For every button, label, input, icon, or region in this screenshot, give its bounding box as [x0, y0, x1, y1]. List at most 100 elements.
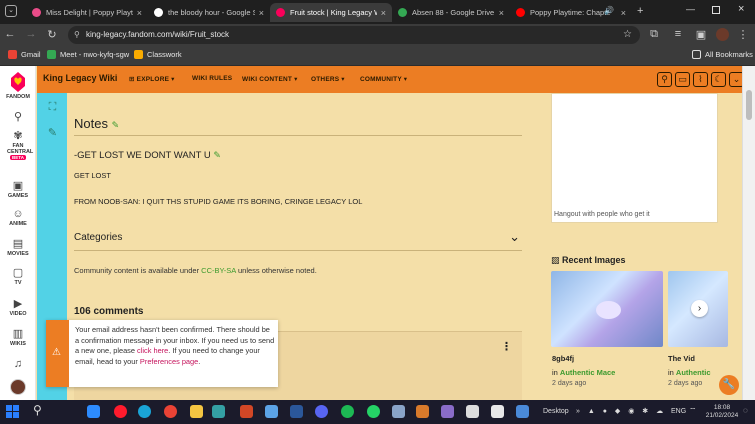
nav-explore[interactable]: ⊞ EXPLORE ▾ — [129, 75, 175, 83]
nav-wiki-content[interactable]: WIKI CONTENT ▾ — [242, 75, 298, 83]
rail-wikis[interactable]: ▥ WIKIS — [0, 328, 36, 347]
new-tab-button[interactable]: + — [637, 5, 643, 17]
reading-list-icon[interactable]: ≡ — [671, 28, 685, 40]
rail-tv[interactable]: ▢ TV — [0, 267, 36, 286]
file-explorer-icon[interactable] — [190, 405, 203, 418]
app-icon[interactable] — [516, 405, 529, 418]
tab-miss-delight[interactable]: Miss Delight | Poppy Playtim × — [26, 3, 148, 22]
all-bookmarks[interactable]: All Bookmarks — [692, 50, 753, 59]
edit-section-icon[interactable]: ✎ — [112, 120, 120, 130]
opera-icon[interactable] — [114, 405, 127, 418]
poppy-favicon-icon — [32, 8, 41, 17]
maximize-button[interactable] — [712, 6, 720, 14]
global-tools-button[interactable]: 🔧 — [719, 375, 739, 395]
back-arrow-icon[interactable]: ← — [3, 28, 17, 40]
nav-others[interactable]: OTHERS ▾ — [311, 75, 345, 83]
bookmark-gmail[interactable]: Gmail — [8, 50, 41, 59]
close-icon[interactable]: × — [377, 8, 386, 18]
app-icon[interactable] — [441, 405, 454, 418]
tab-google-drive[interactable]: Absen 88 - Google Drive × — [392, 3, 510, 22]
image-page-link[interactable]: Authentic — [676, 368, 711, 377]
expand-icon[interactable]: ⛶ — [46, 101, 59, 114]
search-icon[interactable]: ⚲ — [33, 403, 42, 417]
minimize-button[interactable]: — — [686, 4, 695, 14]
network-volume-icon[interactable]: ⌔ — [689, 406, 697, 416]
bookmark-meet[interactable]: Meet - nwo-kyfq-sgw — [47, 50, 129, 59]
address-bar[interactable]: ⚲ king-legacy.fandom.com/wiki/Fruit_stoc… — [68, 26, 640, 44]
menu-kebab-icon[interactable]: ⋮ — [736, 28, 750, 41]
tray-icons[interactable]: » ▲ ● ◆ ◉ ✱ ☁ — [576, 407, 666, 415]
discussions-button[interactable]: ▭ — [675, 72, 690, 87]
image-title[interactable]: 8gb4fj — [552, 354, 574, 363]
photos-icon[interactable] — [265, 405, 278, 418]
reload-icon[interactable]: ↻ — [45, 28, 59, 41]
rail-games[interactable]: ▣ GAMES — [0, 180, 36, 199]
side-panel-icon[interactable]: ▣ — [694, 28, 708, 41]
page-scrollbar[interactable] — [742, 66, 755, 400]
close-icon[interactable]: × — [617, 8, 626, 18]
roblox-icon[interactable] — [466, 405, 479, 418]
edit-section-icon[interactable]: ✎ — [213, 150, 221, 160]
user-avatar[interactable] — [10, 379, 26, 395]
rail-anime[interactable]: ☺ ANIME — [0, 208, 36, 227]
tab-poppy-youtube[interactable]: Poppy Playtime: Chapte 🔊 × — [510, 3, 632, 22]
click-here-link[interactable]: click here — [137, 346, 168, 355]
rail-fan-central[interactable]: ✾ FAN CENTRAL BETA — [0, 130, 36, 161]
notification-bell-icon[interactable]: ◌ — [743, 406, 748, 415]
discord-icon[interactable] — [315, 405, 328, 418]
scrollbar-thumb[interactable] — [746, 90, 752, 120]
carousel-next-button[interactable]: › — [691, 300, 708, 317]
tab-google-search[interactable]: the bloody hour - Google Se × — [148, 3, 270, 22]
categories-toggle[interactable]: Categories ⌄ — [74, 229, 522, 244]
app-icon[interactable] — [416, 405, 429, 418]
desktop-toolbar[interactable]: Desktop — [543, 408, 569, 415]
close-icon[interactable]: × — [255, 8, 264, 18]
image-title[interactable]: The Vid — [668, 354, 695, 363]
extensions-icon[interactable]: ⧉ — [647, 28, 661, 41]
zoom-app-icon[interactable] — [87, 405, 100, 418]
activity-button[interactable]: ⌇ — [693, 72, 708, 87]
bookmark-star-icon[interactable]: ☆ — [623, 26, 632, 44]
tab-fruit-stock[interactable]: Fruit stock | King Legacy Wi × — [270, 3, 392, 22]
speaker-icon[interactable]: 🔊 — [604, 6, 614, 15]
bookmark-label: Gmail — [21, 50, 41, 59]
close-icon[interactable]: × — [495, 8, 504, 18]
powerpoint-icon[interactable] — [240, 405, 253, 418]
search-button[interactable]: ⚲ — [657, 72, 672, 87]
image-page-link[interactable]: Authentic Mace — [560, 368, 615, 377]
nav-community[interactable]: COMMUNITY ▾ — [360, 75, 407, 83]
rail-movies[interactable]: ▤ MOVIES — [0, 238, 36, 257]
app-icon[interactable] — [491, 405, 504, 418]
word-icon[interactable] — [290, 405, 303, 418]
profile-avatar[interactable] — [716, 28, 729, 41]
language-indicator[interactable]: ENG — [671, 408, 686, 415]
recent-image-card[interactable] — [551, 271, 663, 347]
license-link[interactable]: CC-BY-SA — [201, 266, 236, 275]
wiki-title[interactable]: King Legacy Wiki — [43, 73, 117, 83]
bookmark-classwork[interactable]: Classwork — [134, 50, 182, 59]
ad-caption[interactable]: Hangout with people who get it — [554, 211, 650, 218]
clock[interactable]: 18:08 21/02/2024 — [704, 404, 740, 420]
dark-mode-button[interactable]: ☾ — [711, 72, 726, 87]
close-window-button[interactable]: × — [738, 3, 744, 15]
rail-search[interactable]: ⚲ — [0, 111, 36, 124]
rail-video[interactable]: ▶ VIDEO — [0, 298, 36, 317]
tab-search-icon[interactable]: ⌄ — [5, 5, 17, 17]
spotify-icon[interactable] — [341, 405, 354, 418]
forward-arrow-icon[interactable]: → — [24, 28, 38, 40]
rail-notifications[interactable]: ♫ — [0, 358, 36, 371]
whatsapp-icon[interactable] — [367, 405, 380, 418]
start-button[interactable] — [6, 405, 19, 418]
app-icon[interactable] — [392, 405, 405, 418]
kebab-menu-icon[interactable]: ⋮ — [501, 340, 512, 353]
chrome-icon[interactable] — [164, 405, 177, 418]
site-info-icon[interactable]: ⚲ — [74, 26, 80, 44]
nav-wiki-rules[interactable]: WIKI RULES — [192, 75, 232, 82]
edit-pencil-icon[interactable]: ✎ — [46, 127, 59, 140]
preferences-link[interactable]: Preferences page — [140, 357, 198, 366]
app-icon[interactable] — [212, 405, 225, 418]
close-icon[interactable]: × — [133, 8, 142, 18]
edge-icon[interactable] — [138, 405, 151, 418]
section-title: Notes — [74, 116, 108, 131]
rail-fandom-logo[interactable]: FANDOM — [0, 70, 36, 100]
